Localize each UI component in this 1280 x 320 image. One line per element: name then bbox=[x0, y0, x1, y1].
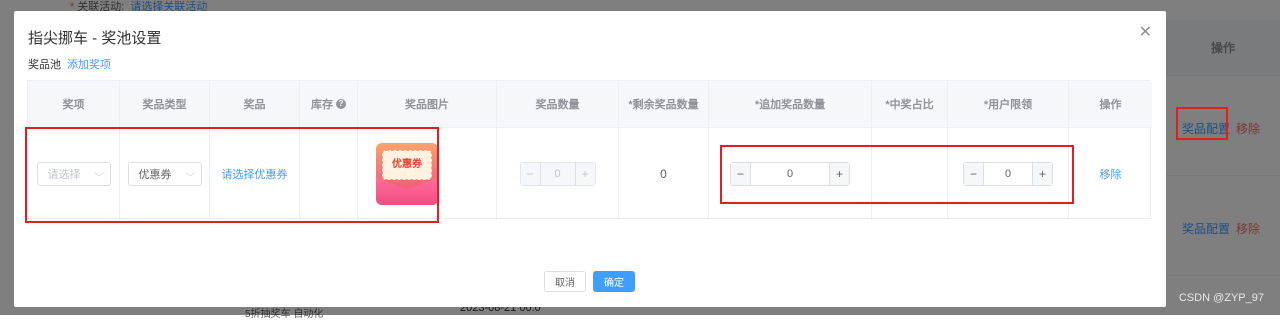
stock-header-label: 库存 bbox=[311, 99, 333, 111]
dialog-title: 指尖挪车 - 奖池设置 bbox=[28, 30, 162, 47]
annotation-box-right bbox=[720, 145, 1074, 204]
column-header-stock: 库存? bbox=[300, 81, 358, 128]
confirm-button[interactable]: 确定 bbox=[593, 271, 635, 292]
column-header-win-ratio: *中奖占比 bbox=[872, 81, 948, 128]
cell-prize-quantity: − 0 + bbox=[497, 128, 619, 220]
column-header-remaining: *剩余奖品数量 bbox=[619, 81, 709, 128]
question-icon[interactable]: ? bbox=[336, 99, 346, 109]
prize-quantity-stepper: − 0 + bbox=[519, 162, 596, 186]
increment-button: + bbox=[574, 163, 595, 185]
cancel-button[interactable]: 取消 bbox=[544, 271, 586, 292]
close-icon[interactable]: ✕ bbox=[1139, 25, 1152, 41]
column-header-append-quantity: *追加奖品数量 bbox=[709, 81, 872, 128]
remaining-value: 0 bbox=[660, 167, 667, 181]
watermark: CSDN @ZYP_97 bbox=[1178, 292, 1264, 304]
column-header-prize-image: 奖品图片 bbox=[358, 81, 497, 128]
column-header-operation: 操作 bbox=[1069, 81, 1152, 128]
annotation-box-config bbox=[1176, 107, 1228, 140]
column-header-prize-item: 奖项 bbox=[28, 81, 120, 128]
column-header-prize-type: 奖品类型 bbox=[120, 81, 210, 128]
remove-link[interactable]: 移除 bbox=[1100, 166, 1122, 182]
column-header-prize-quantity: 奖品数量 bbox=[497, 81, 619, 128]
prize-pool-dialog: 指尖挪车 - 奖池设置 ✕ 奖品池 添加奖项 奖项 奖品类型 奖品 库存? 奖品图… bbox=[14, 11, 1166, 307]
annotation-box-left bbox=[25, 127, 439, 223]
cell-operation: 移除 bbox=[1069, 128, 1152, 220]
prize-pool-label: 奖品池 bbox=[28, 59, 61, 71]
prize-pool-line: 奖品池 添加奖项 bbox=[28, 56, 111, 72]
add-prize-link[interactable]: 添加奖项 bbox=[67, 59, 111, 71]
cell-remaining: 0 bbox=[619, 128, 709, 220]
column-header-user-limit: *用户限领 bbox=[948, 81, 1069, 128]
prize-quantity-value: 0 bbox=[554, 168, 561, 180]
decrement-button: − bbox=[520, 163, 541, 185]
column-header-prize: 奖品 bbox=[210, 81, 300, 128]
